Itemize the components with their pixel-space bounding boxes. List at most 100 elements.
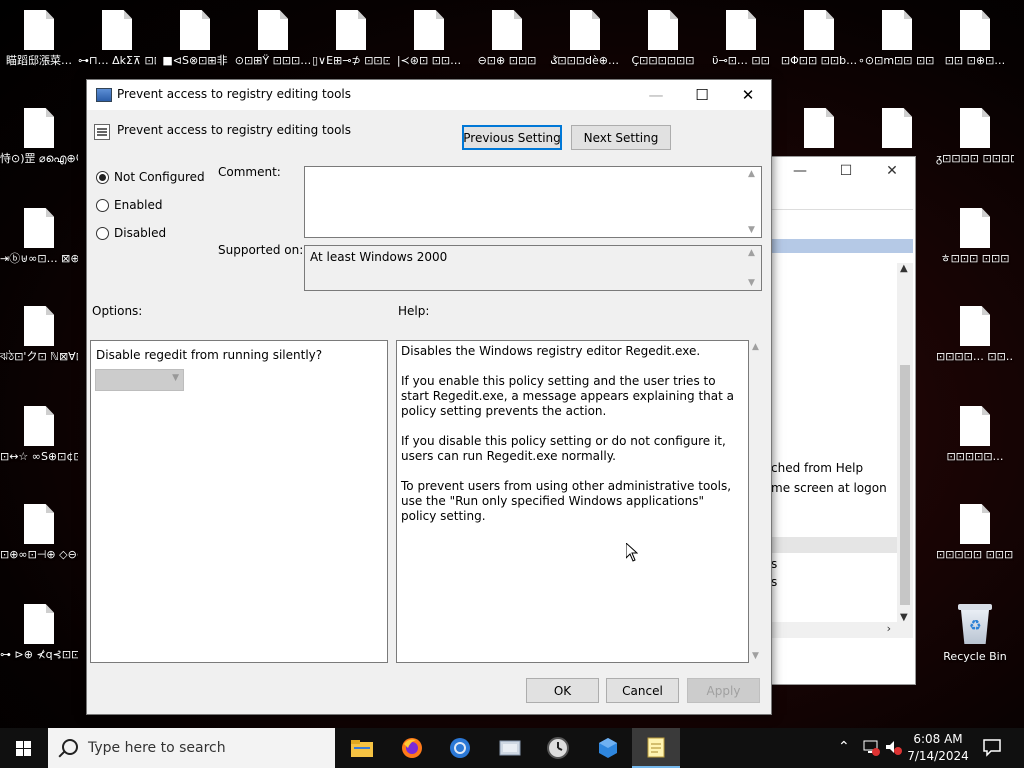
desktop-file-icon[interactable]: ▯∨Ε⊞⊸⊅ ⊡⊡⊡ bbox=[312, 10, 390, 67]
chrome-icon[interactable] bbox=[436, 728, 484, 768]
desktop-file-icon[interactable]: ⊡Φ⊡⊡ ⊡⊡b… bbox=[780, 10, 858, 67]
network-icon[interactable] bbox=[862, 738, 880, 759]
maximize-icon[interactable]: ☐ bbox=[679, 80, 725, 110]
desktop-file-icon[interactable]: ᵹ⊡⊡⊡⊡ ⊡⊡⊡⊡ bbox=[936, 108, 1014, 165]
supported-on-field: At least Windows 2000 ▲ ▼ bbox=[304, 245, 762, 291]
desktop-file-icon[interactable]: ঝঠ⊡'ク⊡ ℕ⊠∀⊡O… bbox=[0, 306, 78, 363]
desktop-file-icon[interactable]: ⊖⊡⊕ ⊡⊡⊡ bbox=[468, 10, 546, 67]
desktop-icon-label: ⊶⊓… ΔkΣ⊼ ⊡⊡ ⊣ bbox=[78, 54, 156, 67]
scroll-up-icon[interactable]: ▲ bbox=[752, 342, 759, 352]
desktop-icon-label: ᵹ⊡⊡⊡⊡ ⊡⊡⊡⊡ bbox=[936, 152, 1014, 165]
file-explorer-icon[interactable] bbox=[338, 728, 386, 768]
notifications-icon[interactable] bbox=[982, 737, 1002, 760]
cube-app-icon[interactable] bbox=[584, 728, 632, 768]
help-paragraph: To prevent users from using other admini… bbox=[401, 479, 732, 523]
apply-button[interactable]: Apply bbox=[687, 678, 760, 703]
firefox-icon[interactable] bbox=[388, 728, 436, 768]
radio-selected-icon bbox=[96, 170, 109, 184]
scroll-up-icon[interactable]: ▲ bbox=[748, 169, 755, 179]
desktop-file-icon[interactable]: ⊶ ⊳⊕ ⊀q⊰⊡⊡… bbox=[0, 604, 78, 661]
desktop-file-icon[interactable] bbox=[780, 108, 858, 152]
desktop-file-icon[interactable] bbox=[858, 108, 936, 152]
radio-enabled[interactable]: Enabled bbox=[96, 198, 163, 212]
radio-not-configured[interactable]: Not Configured bbox=[96, 170, 205, 184]
generic-app-icon[interactable] bbox=[486, 728, 534, 768]
bg-list-text: me screen at logon bbox=[771, 481, 887, 495]
radio-disabled[interactable]: Disabled bbox=[96, 226, 166, 240]
desktop-icon-label: ῦ⊸⊡… ⊡⊡ bbox=[712, 54, 770, 67]
desktop-icon-label: ⊡⊕∞⊡⊣⊕ ◇⊖⊖⊡… bbox=[0, 548, 78, 561]
close-icon[interactable]: ✕ bbox=[869, 163, 915, 179]
taskbar-clock[interactable]: 6:08 AM 7/14/2024 bbox=[900, 731, 976, 765]
scrollbar-thumb[interactable] bbox=[900, 365, 910, 605]
desktop-file-icon[interactable]: ⊡↔☆ ∞S⊕⊡¢⊡… bbox=[0, 406, 78, 463]
next-setting-button[interactable]: Next Setting bbox=[571, 125, 671, 150]
scroll-right-icon[interactable]: › bbox=[887, 622, 891, 635]
desktop-icon-label: ⇥ⓑ⊎∞⊡… ⊠⊕⊡⊡⊞⊠ bbox=[0, 252, 78, 265]
desktop-file-icon[interactable]: ⊙⊡⊞Ÿ ⊡⊡⊡… bbox=[234, 10, 312, 67]
clock-app-icon[interactable] bbox=[534, 728, 582, 768]
desktop-file-icon[interactable]: ݣ⊡⊡⊡dè⊕… bbox=[546, 10, 624, 67]
radio-icon bbox=[96, 198, 109, 212]
policy-setting-dialog: Prevent access to registry editing tools… bbox=[86, 79, 772, 715]
scroll-down-icon[interactable]: ▼ bbox=[748, 278, 755, 288]
desktop-file-icon[interactable]: ∘⊙⊡m⊡⊡ ⊡⊡♦⊡… bbox=[858, 10, 936, 67]
radio-icon bbox=[96, 226, 109, 240]
background-window[interactable]: — ☐ ✕ ▲ ▼ ched from Help me screen at lo… bbox=[770, 156, 916, 685]
scroll-down-icon[interactable]: ▼ bbox=[752, 651, 759, 661]
desktop-file-icon[interactable]: ㅎ⊡⊡⊡ ⊡⊡⊡ bbox=[936, 208, 1014, 265]
scroll-up-icon[interactable]: ▲ bbox=[748, 248, 755, 258]
desktop-icon-label: ㅎ⊡⊡⊡ ⊡⊡⊡ bbox=[940, 252, 1010, 265]
desktop-file-icon[interactable]: ⊡⊡⊡⊡⊡ ⊡⊡⊡⊡ bbox=[936, 504, 1014, 561]
start-button[interactable] bbox=[0, 728, 48, 768]
option-combo[interactable]: ▼ bbox=[95, 369, 184, 391]
desktop-icon-label: ⊡⊡⊡⊡⊡… bbox=[946, 450, 1004, 463]
cancel-button[interactable]: Cancel bbox=[606, 678, 679, 703]
desktop-file-icon[interactable]: ⊡⊡⊡⊡⊡… bbox=[936, 406, 1014, 463]
desktop-file-icon[interactable]: ⊡⊕∞⊡⊣⊕ ◇⊖⊖⊡… bbox=[0, 504, 78, 561]
horizontal-scrollbar[interactable]: › bbox=[771, 622, 913, 638]
desktop-file-icon[interactable]: 恃⊙)罡 ⌀ഐ⊕Ⴚ缓⊡… bbox=[0, 108, 78, 165]
taskbar-search-box[interactable]: Type here to search bbox=[48, 728, 335, 768]
previous-setting-button[interactable]: Previous Setting bbox=[462, 125, 562, 150]
help-panel: Disables the Windows registry editor Reg… bbox=[396, 340, 749, 663]
comment-label: Comment: bbox=[218, 165, 281, 179]
desktop-file-icon[interactable]: ⇥ⓑ⊎∞⊡… ⊠⊕⊡⊡⊞⊠ bbox=[0, 208, 78, 265]
selected-band bbox=[771, 239, 913, 253]
maximize-icon[interactable]: ☐ bbox=[823, 163, 869, 179]
scroll-up-icon[interactable]: ▲ bbox=[900, 263, 908, 274]
desktop-file-icon[interactable]: ⊡⊡ ⊡⊕⊡… bbox=[936, 10, 1014, 67]
search-placeholder: Type here to search bbox=[88, 740, 226, 756]
notepad-icon[interactable] bbox=[632, 728, 680, 768]
options-panel: Disable regedit from running silently? ▼ bbox=[90, 340, 388, 663]
comment-field[interactable]: ▲ ▼ bbox=[304, 166, 762, 238]
desktop-icon-label: ▯∨Ε⊞⊸⊅ ⊡⊡⊡ bbox=[312, 54, 390, 67]
dialog-titlebar[interactable]: Prevent access to registry editing tools… bbox=[87, 80, 771, 110]
setting-icon bbox=[94, 124, 110, 140]
desktop-file-icon[interactable]: Ç⊡⊡⊡⊡⊡⊡ bbox=[624, 10, 702, 67]
scroll-down-icon[interactable]: ▼ bbox=[748, 225, 755, 235]
desktop-file-icon[interactable]: ⊶⊓… ΔkΣ⊼ ⊡⊡ ⊣ bbox=[78, 10, 156, 67]
ok-button[interactable]: OK bbox=[526, 678, 599, 703]
desktop-file-icon[interactable]: 瞄蹈邸漲菜… bbox=[0, 10, 78, 67]
desktop-file-icon[interactable]: |≺⊛⊡ ⊡⊡… bbox=[390, 10, 468, 67]
close-icon[interactable]: ✕ bbox=[725, 80, 771, 110]
radio-label: Not Configured bbox=[114, 170, 205, 184]
supported-scrollbar[interactable]: ▲ ▼ bbox=[745, 246, 761, 290]
chevron-down-icon: ▼ bbox=[172, 373, 179, 383]
bg-window-titlebar[interactable]: — ☐ ✕ bbox=[771, 157, 915, 185]
recycle-bin-icon[interactable]: ♻ Recycle Bin bbox=[936, 604, 1014, 663]
desktop-file-icon[interactable]: ⊡⊡⊡⊡… ⊡⊡… bbox=[936, 306, 1014, 363]
minimize-icon[interactable]: — bbox=[633, 80, 679, 110]
help-scrollbar[interactable]: ▲ ▼ bbox=[749, 340, 765, 663]
desktop-icon-label: ⊡↔☆ ∞S⊕⊡¢⊡… bbox=[0, 450, 78, 463]
setting-title: Prevent access to registry editing tools bbox=[117, 123, 351, 137]
desktop-file-icon[interactable]: ῦ⊸⊡… ⊡⊡ bbox=[702, 10, 780, 67]
vertical-scrollbar[interactable]: ▲ ▼ bbox=[897, 263, 913, 623]
desktop-file-icon[interactable]: ■⊲S⊗⊡⊞非 bbox=[156, 10, 234, 67]
comment-scrollbar[interactable]: ▲ ▼ bbox=[745, 167, 761, 237]
clock-time: 6:08 AM bbox=[913, 732, 963, 746]
divider bbox=[771, 209, 913, 210]
minimize-icon[interactable]: — bbox=[777, 163, 823, 179]
chevron-up-icon[interactable]: ⌃ bbox=[838, 739, 850, 755]
